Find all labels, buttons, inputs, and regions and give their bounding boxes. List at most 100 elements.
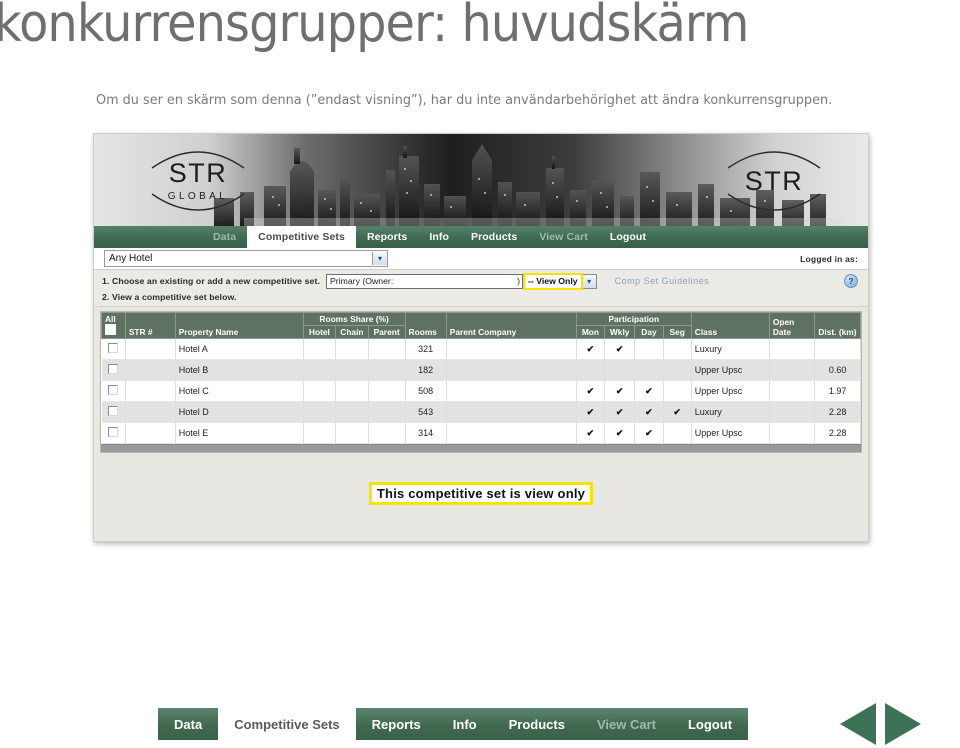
bottom-nav-tab-competitive-sets[interactable]: Competitive Sets xyxy=(218,708,356,740)
cell-rooms-share-hotel xyxy=(303,359,337,381)
nav-tab-info[interactable]: Info xyxy=(418,226,460,248)
competitive-set-select[interactable]: Primary (Owner: ) xyxy=(326,273,523,289)
nav-tab-reports[interactable]: Reports xyxy=(356,226,418,248)
row-checkbox-cell[interactable] xyxy=(101,422,126,444)
header-participation-mon[interactable]: Mon xyxy=(575,325,606,339)
cell-class: Luxury xyxy=(691,401,770,423)
row-checkbox[interactable] xyxy=(108,385,119,395)
header-rooms-share-chain[interactable]: Chain xyxy=(335,325,369,339)
app-banner: STR GLOBAL STR xyxy=(94,134,868,226)
header-all-label: All xyxy=(105,314,116,324)
application-screenshot: STR GLOBAL STR Data Competitive Sets Rep… xyxy=(93,133,869,542)
header-open-date[interactable]: Open Date xyxy=(768,312,816,339)
header-rooms-share-parent[interactable]: Parent xyxy=(367,325,406,339)
row-checkbox-cell[interactable] xyxy=(101,380,126,402)
cell-participation-wkly: ✔ xyxy=(604,401,636,423)
cell-parent-company xyxy=(446,338,577,360)
cell-rooms-share-hotel xyxy=(303,380,337,402)
cell-rooms-share-hotel xyxy=(303,422,337,444)
cell-class: Upper Upsc xyxy=(691,422,770,444)
cell-str-number xyxy=(125,401,176,423)
cell-participation-mon: ✔ xyxy=(576,422,606,444)
cell-rooms-share-chain xyxy=(335,422,369,444)
header-participation-wkly[interactable]: Wkly xyxy=(604,325,636,339)
slide-navigation-arrows xyxy=(840,703,921,745)
header-group-participation: Participation xyxy=(575,312,692,326)
cell-str-number xyxy=(125,422,176,444)
nav-tab-logout[interactable]: Logout xyxy=(599,226,657,248)
check-icon: ✔ xyxy=(586,406,595,417)
page-subtitle: Om du ser en skärm som denna (”endast vi… xyxy=(96,92,833,108)
chevron-down-icon[interactable]: ▾ xyxy=(372,252,387,265)
row-checkbox[interactable] xyxy=(108,343,119,353)
row-checkbox[interactable] xyxy=(108,427,119,437)
nav-tab-view-cart[interactable]: View Cart xyxy=(528,226,599,248)
table-row[interactable]: Hotel C 508 ✔ ✔ ✔ Upper Upsc 1.97 xyxy=(101,380,861,402)
table-row[interactable]: Hotel D 543 ✔ ✔ ✔ ✔ Luxury 2.28 xyxy=(101,401,861,423)
header-rooms-share-hotel[interactable]: Hotel xyxy=(302,325,337,339)
next-arrow-icon[interactable] xyxy=(885,703,921,745)
header-participation-seg[interactable]: Seg xyxy=(662,325,692,339)
help-icon[interactable]: ? xyxy=(844,274,858,288)
select-all-checkbox[interactable] xyxy=(105,324,116,335)
table-horizontal-scrollbar[interactable] xyxy=(101,444,861,452)
bottom-nav-tab-products[interactable]: Products xyxy=(493,708,581,740)
cell-open-date xyxy=(769,338,816,360)
cell-open-date xyxy=(769,401,816,423)
str-global-logo: STR GLOBAL xyxy=(134,144,262,218)
logo-left-subtext: GLOBAL xyxy=(167,191,229,202)
view-only-message: This competitive set is view only xyxy=(368,482,594,505)
bottom-nav-tab-logout[interactable]: Logout xyxy=(672,708,748,740)
nav-tab-competitive-sets[interactable]: Competitive Sets xyxy=(247,226,356,248)
cell-participation-day xyxy=(634,359,664,381)
bottom-nav-tab-reports[interactable]: Reports xyxy=(356,708,437,740)
header-participation-day[interactable]: Day xyxy=(634,325,664,339)
bottom-nav-tab-view-cart[interactable]: View Cart xyxy=(581,708,672,740)
instruction-step-1: 1. Choose an existing or add a new compe… xyxy=(102,276,320,286)
row-checkbox-cell[interactable] xyxy=(101,338,126,360)
row-checkbox-cell[interactable] xyxy=(101,401,126,423)
cell-open-date xyxy=(769,422,816,444)
cell-rooms-share-hotel xyxy=(303,338,337,360)
cell-class: Upper Upsc xyxy=(691,380,770,402)
comp-set-guidelines-link[interactable]: Comp Set Guidelines xyxy=(615,276,710,286)
cell-participation-day: ✔ xyxy=(634,422,664,444)
competitive-set-chevron-down-icon[interactable]: ▾ xyxy=(582,273,597,289)
bottom-nav-tab-info[interactable]: Info xyxy=(437,708,493,740)
prev-arrow-icon[interactable] xyxy=(840,703,876,745)
bottom-nav-tab-data[interactable]: Data xyxy=(158,708,218,740)
cell-participation-day xyxy=(634,338,664,360)
check-icon: ✔ xyxy=(645,385,653,396)
cell-class: Luxury xyxy=(691,338,770,360)
cell-rooms-share-chain xyxy=(335,359,369,381)
check-icon: ✔ xyxy=(645,406,653,417)
nav-tab-products[interactable]: Products xyxy=(460,226,528,248)
header-rooms[interactable]: Rooms xyxy=(404,312,447,339)
cell-rooms: 508 xyxy=(405,380,447,402)
header-parent-company[interactable]: Parent Company xyxy=(445,312,577,339)
header-property-name[interactable]: Property Name xyxy=(174,312,304,339)
cell-participation-mon xyxy=(576,359,606,381)
table-body: Hotel A 321 ✔ ✔ Luxury Hotel B 182 Upper Upsc 0.… xyxy=(101,338,861,444)
row-checkbox[interactable] xyxy=(108,364,119,374)
cell-rooms-share-parent xyxy=(368,380,406,402)
hotel-select[interactable]: Any Hotel ▾ xyxy=(104,250,388,267)
table-row[interactable]: Hotel A 321 ✔ ✔ Luxury xyxy=(101,338,861,360)
cell-property-name: Hotel B xyxy=(175,359,304,381)
header-class[interactable]: Class xyxy=(690,312,770,339)
cell-parent-company xyxy=(446,380,577,402)
bottom-navigation: Data Competitive Sets Reports Info Produ… xyxy=(158,708,749,740)
table-group-header-row: All STR # Property Name Rooms Share (%) … xyxy=(101,312,861,339)
nav-tab-data[interactable]: Data xyxy=(202,226,247,248)
header-str-number[interactable]: STR # xyxy=(124,312,176,339)
header-select-all-cell[interactable]: All xyxy=(101,312,126,339)
slide-page: konkurrensgrupper: huvudskärm Om du ser … xyxy=(0,0,960,748)
header-dist-km[interactable]: Dist. (km) xyxy=(814,312,861,339)
cell-participation-mon: ✔ xyxy=(576,380,606,402)
table-row[interactable]: Hotel E 314 ✔ ✔ ✔ Upper Upsc 2.28 xyxy=(101,422,861,444)
page-title: konkurrensgrupper: huvudskärm xyxy=(0,0,749,54)
row-checkbox-cell[interactable] xyxy=(101,359,126,381)
str-logo: STR xyxy=(714,144,834,218)
table-row[interactable]: Hotel B 182 Upper Upsc 0.60 xyxy=(101,359,861,381)
row-checkbox[interactable] xyxy=(108,406,119,416)
